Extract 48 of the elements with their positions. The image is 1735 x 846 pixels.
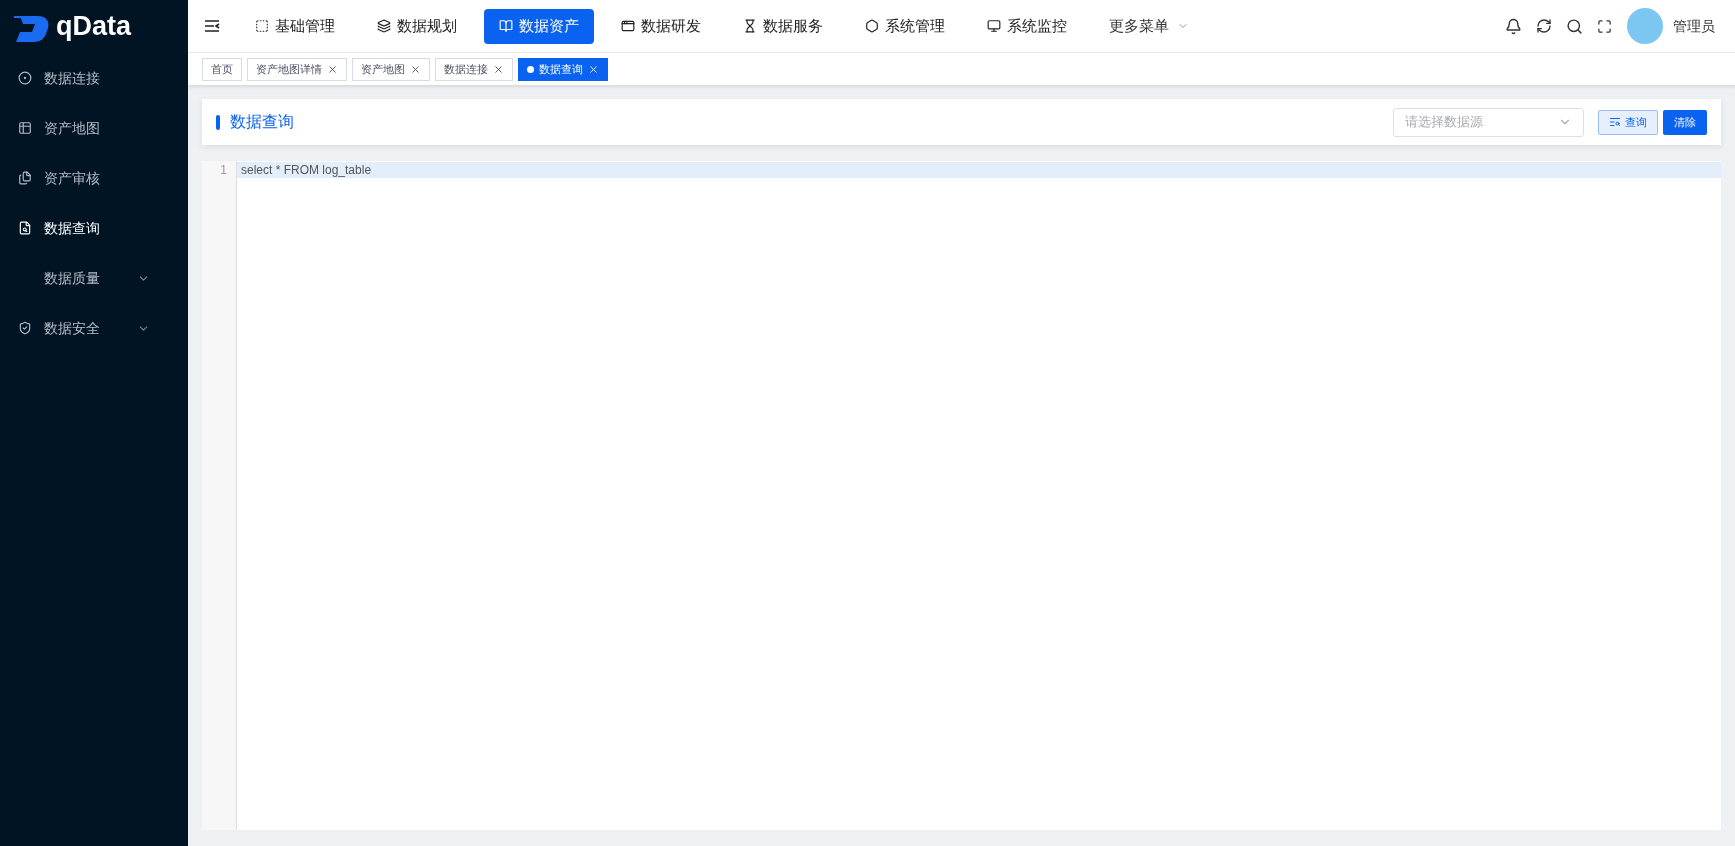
logo-text: qData [56, 13, 131, 40]
fullscreen-icon[interactable] [1597, 18, 1612, 34]
page-tab[interactable]: 首页 [202, 57, 242, 81]
layers-icon [377, 19, 391, 33]
target-icon [18, 71, 32, 85]
nav-tab[interactable]: 系统监控 [972, 8, 1082, 44]
query-button[interactable]: 查询 [1598, 109, 1658, 135]
sidebar-item[interactable]: 数据安全 [0, 303, 188, 353]
nav-tab[interactable]: 系统管理 [850, 8, 960, 44]
search-icon [1609, 116, 1621, 128]
code-editor[interactable]: 1 select * FROM log_table [202, 161, 1721, 830]
refresh-icon[interactable] [1536, 18, 1552, 34]
menu-icon[interactable] [204, 19, 220, 33]
nav-tab[interactable]: 数据研发 [606, 8, 716, 44]
close-icon[interactable] [327, 63, 338, 75]
bell-icon[interactable] [1505, 17, 1522, 35]
close-icon[interactable] [493, 63, 504, 75]
title-marker [216, 114, 220, 130]
close-icon[interactable] [588, 63, 599, 75]
clear-button[interactable]: 清除 [1663, 109, 1707, 135]
shield-icon [18, 321, 32, 335]
sidebar-item[interactable]: 资产审核 [0, 153, 188, 203]
sidebar-item[interactable]: 数据质量 [0, 253, 188, 303]
map-icon [18, 121, 32, 135]
page-tab[interactable]: 资产地图 [352, 57, 430, 81]
nav-tab[interactable]: 基础管理 [240, 8, 350, 44]
window-icon [621, 19, 635, 33]
hexagon-icon [865, 19, 879, 33]
search-card-icon [18, 221, 32, 235]
page-tab[interactable]: 资产地图详情 [247, 57, 347, 81]
line-number: 1 [219, 162, 228, 178]
nav-tab[interactable]: 数据服务 [728, 8, 838, 44]
close-icon[interactable] [410, 63, 421, 75]
nav-tab[interactable]: 数据资产 [484, 8, 594, 44]
sidebar-item[interactable]: 数据连接 [0, 53, 188, 103]
files-icon [18, 171, 32, 185]
hourglass-icon [743, 19, 757, 33]
search-icon[interactable] [1566, 17, 1583, 35]
sidebar-item[interactable]: 资产地图 [0, 103, 188, 153]
page-tab[interactable]: 数据查询 [518, 57, 608, 81]
select-placeholder: 请选择数据源 [1405, 113, 1484, 132]
nav-tab[interactable]: 数据规划 [362, 8, 472, 44]
sidebar-item[interactable]: 数据查询 [0, 203, 188, 253]
more-menu[interactable]: 更多菜单 [1094, 8, 1204, 44]
monitor-icon [987, 19, 1001, 33]
user-name[interactable]: 管理员 [1673, 15, 1715, 37]
page-title: 数据查询 [230, 112, 295, 132]
page-tab[interactable]: 数据连接 [435, 57, 513, 81]
